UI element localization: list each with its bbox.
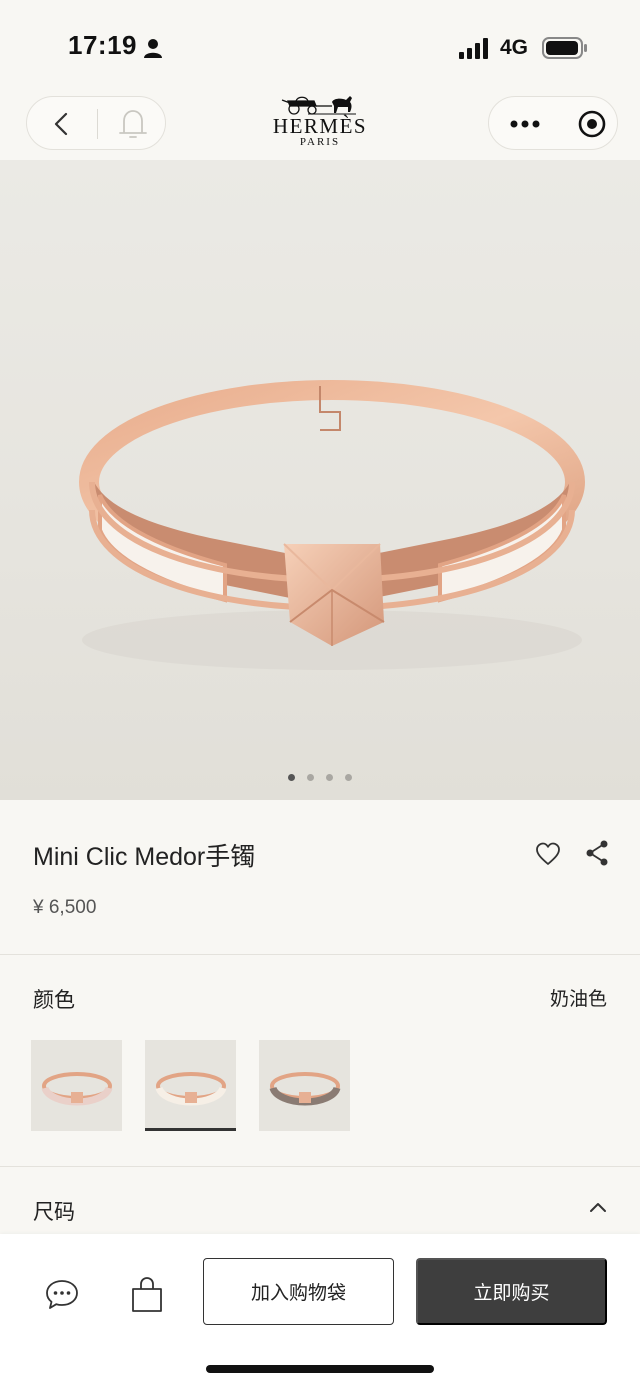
- more-icon[interactable]: [507, 111, 543, 137]
- size-label[interactable]: 尺码: [33, 1196, 75, 1226]
- battery-icon: [542, 37, 587, 59]
- record-icon[interactable]: [577, 109, 607, 139]
- nav-capsule-right: [488, 96, 618, 150]
- share-icon[interactable]: [583, 838, 611, 868]
- swatch-bracelet-image: [155, 1072, 227, 1106]
- color-swatch-selected[interactable]: [145, 1040, 236, 1131]
- status-time: 17:19: [68, 30, 137, 60]
- status-bar: 17:19 4G: [0, 0, 640, 90]
- swatch-bracelet-image: [269, 1072, 341, 1106]
- add-to-bag-button[interactable]: 加入购物袋: [203, 1258, 394, 1325]
- selected-color-value: 奶油色: [549, 989, 607, 1010]
- pagination-dot[interactable]: [307, 774, 314, 781]
- pagination-dot[interactable]: [326, 774, 333, 781]
- carriage-logo-icon: [281, 96, 356, 115]
- bell-icon[interactable]: [115, 106, 151, 142]
- nav-divider: [97, 109, 98, 139]
- brand-logo: HERMÈS PARIS: [262, 92, 378, 160]
- color-swatch[interactable]: [31, 1040, 122, 1131]
- network-label: 4G: [500, 36, 529, 59]
- color-label: 颜色: [33, 989, 75, 1012]
- heart-icon[interactable]: [534, 840, 562, 868]
- chat-icon[interactable]: [44, 1278, 80, 1312]
- product-price: ¥ 6,500: [33, 897, 97, 918]
- buy-now-button[interactable]: 立即购买: [416, 1258, 607, 1325]
- color-swatch[interactable]: [259, 1040, 350, 1131]
- nav-capsule-left: [26, 96, 166, 150]
- product-image[interactable]: [0, 160, 640, 800]
- pagination-dot[interactable]: [345, 774, 352, 781]
- bracelet-image: [79, 380, 585, 670]
- shopping-bag-icon[interactable]: [130, 1276, 164, 1314]
- swatch-bracelet-image: [41, 1072, 113, 1106]
- gallery-pagination: [0, 774, 640, 786]
- brand-name: HERMÈS: [272, 114, 368, 138]
- pagination-dot[interactable]: [288, 774, 295, 781]
- divider: [0, 1166, 640, 1167]
- person-icon: [144, 39, 162, 58]
- signal-icon: [459, 38, 488, 59]
- divider: [0, 954, 640, 955]
- chevron-up-icon[interactable]: [586, 1196, 610, 1220]
- home-indicator[interactable]: [206, 1365, 434, 1373]
- product-title: Mini Clic Medor手镯: [33, 843, 256, 871]
- back-arrow-icon[interactable]: [47, 109, 77, 139]
